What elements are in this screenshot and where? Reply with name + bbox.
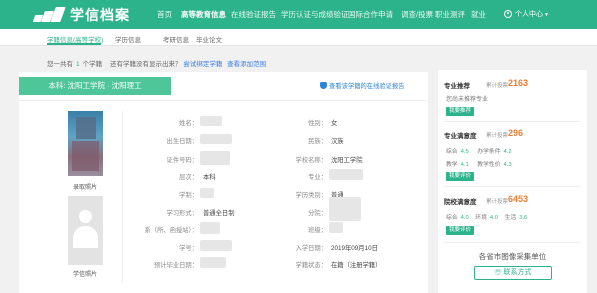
field-label-name: 姓名： <box>179 120 198 127</box>
view-scope-link[interactable]: 查看添加范围 <box>227 61 266 68</box>
department-value-redacted <box>200 222 220 234</box>
field-label-graduation-date: 预计毕业日期： <box>153 262 198 269</box>
sidebar-divider <box>444 242 580 243</box>
major-value-redacted <box>329 169 363 180</box>
degree-photo-label: 学信照片 <box>73 272 98 278</box>
id-number-value-redacted <box>200 151 230 165</box>
active-tab-underline <box>47 43 101 45</box>
missing-status-notice: 还有学籍没有显示出来？ 尝试绑定学籍 查看添加范围 <box>110 58 266 68</box>
major-satisfaction-row-1: 综合 4.5 办学条件 4.2 <box>446 149 512 155</box>
admission-photo <box>68 111 103 176</box>
nav-survey[interactable]: 调查/投票 <box>401 0 433 29</box>
chevron-down-icon: ▾ <box>545 11 549 18</box>
major-satisfaction-count: 296 <box>508 128 524 138</box>
field-label-student-id: 学号： <box>179 245 198 252</box>
duration-value-redacted <box>200 188 214 198</box>
field-label-id-number: 证件号码： <box>166 157 198 164</box>
field-label-status: 学籍状态： <box>295 262 327 269</box>
contact-icon: ☏ <box>494 269 502 276</box>
nav-online-report[interactable]: 在线验证报告 <box>231 0 276 29</box>
photo-collection-title: 各省市图像采集单位 <box>478 252 547 261</box>
level-value: 本科 <box>203 174 216 181</box>
field-label-school-name: 学校名称： <box>295 157 327 164</box>
notice-suffix: 个学籍 <box>82 61 103 68</box>
verify-report-label: 查看该学籍的在线验证报告 <box>329 83 405 90</box>
nav-certification[interactable]: 学历认证与成绩验证 <box>281 0 349 29</box>
logo-icon <box>32 6 66 24</box>
school-satisfaction-title: 院校满意度 <box>444 199 477 206</box>
major-recommend-sub: 累计投票 <box>486 83 509 89</box>
nav-international[interactable]: 国际合作申请 <box>348 0 393 29</box>
field-label-major: 专业： <box>308 174 327 181</box>
ethnicity-value: 汉族 <box>331 138 344 145</box>
tab-degree-info[interactable]: 学历信息 <box>115 34 141 44</box>
nav-career-test[interactable]: 职业测评 <box>435 0 465 29</box>
user-menu[interactable]: 个人中心 ▾ <box>504 9 548 19</box>
field-label-branch: 分院： <box>308 210 327 217</box>
user-icon <box>504 10 512 18</box>
contact-button-label: 联系方式 <box>503 269 532 276</box>
major-recommend-count: 2163 <box>508 78 529 88</box>
gender-value: 女 <box>331 120 338 127</box>
degree-photo-placeholder <box>68 196 103 265</box>
tab-postgraduate-info[interactable]: 考研信息 <box>163 34 189 44</box>
major-recommend-title: 专业推荐 <box>444 83 470 90</box>
verify-report-link[interactable]: 查看该学籍的在线验证报告 <box>320 81 405 90</box>
enrollment-date-value: 2019年09月10日 <box>331 245 378 252</box>
nav-employment[interactable]: 就业 <box>471 0 486 29</box>
school-name-value: 沈阳工学院 <box>331 157 363 164</box>
school-evaluate-button[interactable]: 我要评价 <box>446 226 474 235</box>
nav-home[interactable]: 首页 <box>157 0 172 29</box>
school-satisfaction-sub: 累计投票 <box>486 199 509 205</box>
right-sidebar: 专业推荐 累计投票 2163 您尚未推荐专业 我要推荐 专业满意度 累计投票 2… <box>438 70 587 293</box>
major-satisfaction-title: 专业满意度 <box>444 133 477 140</box>
sidebar-divider <box>444 186 580 187</box>
school-satisfaction-count: 6453 <box>508 194 529 204</box>
logo-text: 学信档案 <box>70 6 130 23</box>
contact-button[interactable]: ☏ 联系方式 <box>474 266 552 280</box>
study-mode-value: 普通全日制 <box>203 210 235 217</box>
graduation-date-value-redacted <box>200 257 226 268</box>
major-recommend-text: 您尚未推荐专业 <box>446 97 489 103</box>
field-label-level: 层次： <box>179 174 198 181</box>
school-satisfaction-row: 综合 4.0 环境 4.0 生活 3.6 <box>446 215 528 221</box>
field-label-gender: 性别： <box>308 120 327 127</box>
sidebar-divider <box>444 121 580 122</box>
status-value: 在籍（注册学籍） <box>331 262 382 269</box>
field-label-study-mode: 学习形式： <box>166 210 198 217</box>
field-label-ethnicity: 民族： <box>308 138 327 145</box>
notice-prefix: 您一共有 <box>47 61 73 68</box>
sub-navbar: 学籍信息(高等学校) 学历信息 考研信息 毕业论文 <box>0 29 597 46</box>
major-satisfaction-sub: 累计投票 <box>486 133 509 139</box>
field-label-class: 班级： <box>308 227 327 234</box>
student-id-value-redacted <box>200 240 232 251</box>
notice-question: 还有学籍没有显示出来？ <box>110 61 182 68</box>
recommend-button[interactable]: 我要推荐 <box>446 107 474 116</box>
site-logo[interactable]: 学信档案 <box>32 5 130 24</box>
tab-thesis[interactable]: 毕业论文 <box>196 34 222 44</box>
user-menu-label: 个人中心 <box>515 11 543 18</box>
status-count-notice: 您一共有 1 个学籍 <box>47 58 102 68</box>
nav-higher-education[interactable]: 高等教育信息 <box>181 0 226 29</box>
photo-divider <box>122 111 123 283</box>
class-value-redacted <box>329 222 343 233</box>
status-count: 1 <box>76 61 80 68</box>
field-label-enrollment-date: 入学日期： <box>295 245 327 252</box>
major-satisfaction-row-2: 教学 4.1 教学性价 4.3 <box>446 162 512 168</box>
name-value-redacted <box>200 116 222 126</box>
field-label-birthdate: 出生日期： <box>166 138 198 145</box>
shield-icon <box>320 82 327 89</box>
field-label-degree-category: 学历类别： <box>295 192 327 199</box>
major-evaluate-button[interactable]: 我要评价 <box>446 172 474 181</box>
top-navbar: 学信档案 首页 高等教育信息 在线验证报告 学历认证与成绩验证 国际合作申请 调… <box>0 0 597 29</box>
admission-photo-label: 录取照片 <box>73 185 98 191</box>
birthdate-value-redacted <box>200 134 232 144</box>
field-label-duration: 学制： <box>179 192 198 199</box>
branch-value-redacted <box>329 197 361 221</box>
school-title-bar: 本科: 沈阳工学院 · 沈阳理工 <box>19 77 171 95</box>
bind-status-link[interactable]: 尝试绑定学籍 <box>183 61 222 68</box>
field-label-department: 系（所、函授站）： <box>144 227 198 234</box>
card-divider <box>19 100 428 101</box>
